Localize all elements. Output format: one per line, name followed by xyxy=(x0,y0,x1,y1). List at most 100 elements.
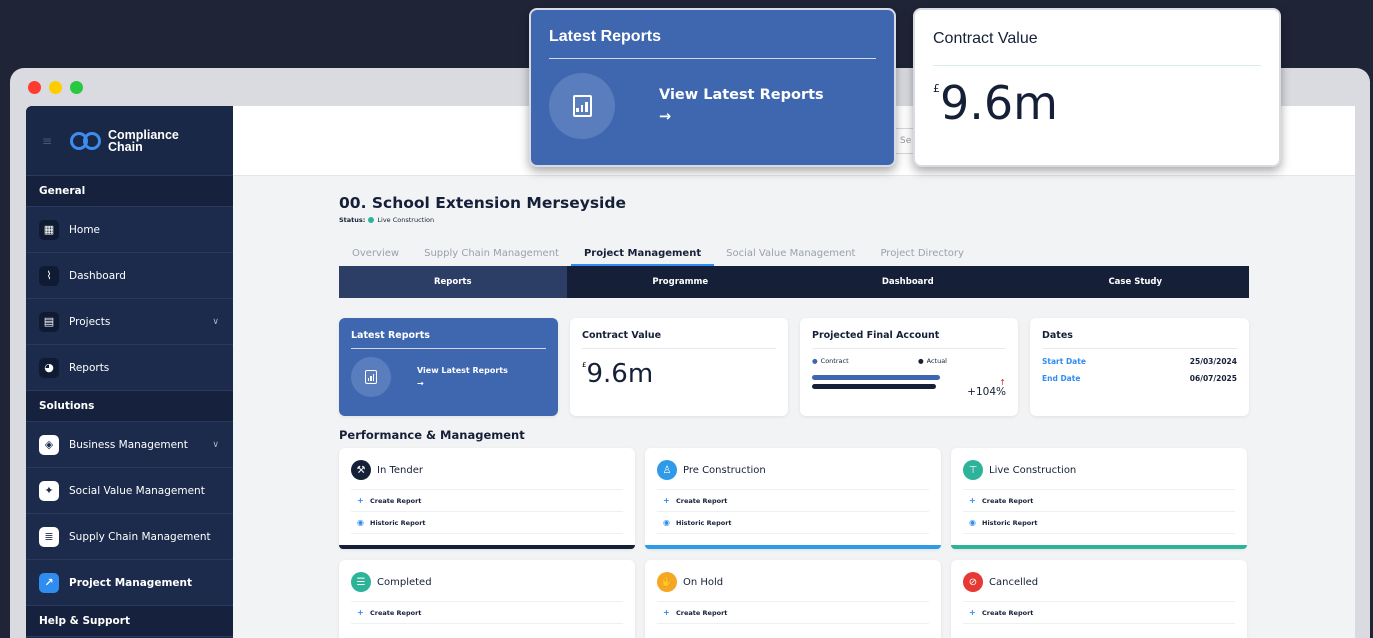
gavel-icon: ⚒ xyxy=(351,460,371,480)
up-arrow-icon: ↑ xyxy=(999,378,1006,387)
percent-change: +104% xyxy=(967,386,1006,398)
sidebar-item-dashboard[interactable]: ⌇ Dashboard xyxy=(26,253,233,299)
sidebar-item-label: Business Management xyxy=(69,438,188,451)
create-report-link[interactable]: + Create Report xyxy=(351,490,623,512)
infinity-logo-icon xyxy=(70,131,102,150)
sidebar-item-label: Social Value Management xyxy=(69,484,205,497)
arrow-icon: ↗ xyxy=(39,572,59,593)
start-date-value: 25/03/2024 xyxy=(1189,357,1237,366)
plus-icon: + xyxy=(969,496,976,505)
accent-bar xyxy=(951,545,1247,549)
plus-icon: + xyxy=(357,496,364,505)
status-card-live-construction: ⊤ Live Construction + Create Report ◉ Histo… xyxy=(951,448,1247,549)
handshake-icon: ✦ xyxy=(39,480,59,501)
create-report-label: Create Report xyxy=(676,496,728,505)
eye-icon: ◉ xyxy=(663,518,670,527)
historic-report-link[interactable]: ◉ Historic Report xyxy=(351,512,623,534)
create-report-link[interactable]: + Create Report xyxy=(963,490,1235,512)
subtab-programme[interactable]: Programme xyxy=(567,266,795,298)
eye-icon: ◉ xyxy=(969,518,976,527)
contract-value: 9.6m xyxy=(940,76,1058,130)
subtab-dashboard[interactable]: Dashboard xyxy=(794,266,1022,298)
sidebar-item-label: Project Management xyxy=(69,576,192,589)
window-controls xyxy=(28,81,83,94)
sidebar-item-project-management[interactable]: ↗ Project Management xyxy=(26,560,233,606)
status-label: Status: xyxy=(339,216,366,224)
contract-value-card: Contract Value £ 9.6m xyxy=(570,318,788,416)
maximize-window-button[interactable] xyxy=(70,81,83,94)
projected-final-account-card: Projected Final Account Contract Actual … xyxy=(800,318,1018,416)
accent-bar xyxy=(645,545,941,549)
historic-report-link[interactable]: ◉ Historic Report xyxy=(657,512,929,534)
latest-reports-card[interactable]: Latest Reports View Latest Reports → xyxy=(339,318,558,416)
tab-social-value[interactable]: Social Value Management xyxy=(726,248,855,266)
create-report-label: Create Report xyxy=(370,496,422,505)
report-icon xyxy=(351,357,391,397)
grid-icon: ▦ xyxy=(39,219,59,240)
section-title: Performance & Management xyxy=(339,428,525,442)
eye-icon: ◉ xyxy=(357,518,364,527)
latest-reports-callout[interactable]: Latest Reports View Latest Reports → xyxy=(529,8,896,167)
tab-overview[interactable]: Overview xyxy=(352,248,399,266)
contract-value: 9.6m xyxy=(586,359,654,389)
minimize-window-button[interactable] xyxy=(49,81,62,94)
dates-card: Dates Start Date 25/03/2024 End Date 06/07… xyxy=(1030,318,1249,416)
tab-project-directory[interactable]: Project Directory xyxy=(880,248,963,266)
sidebar-item-social-value[interactable]: ✦ Social Value Management xyxy=(26,468,233,514)
create-report-link[interactable]: + Create Report xyxy=(657,490,929,512)
status-card-title: Live Construction xyxy=(989,464,1077,476)
status-card-in-tender: ⚒ In Tender + Create Report ◉ Historic Repo… xyxy=(339,448,635,549)
status-dot-icon xyxy=(368,217,375,223)
sidebar-item-reports[interactable]: ◕ Reports xyxy=(26,345,233,391)
create-report-link[interactable]: + Create Report xyxy=(963,602,1235,624)
currency-symbol: £ xyxy=(933,82,940,95)
menu-icon[interactable]: ≡ xyxy=(42,134,60,148)
card-title: Dates xyxy=(1042,330,1237,349)
status-line: Status: Live Construction xyxy=(339,216,1249,224)
callout-title: Latest Reports xyxy=(549,28,876,59)
end-date-label: End Date xyxy=(1042,374,1081,383)
status-badge: Live Construction xyxy=(377,216,435,224)
project-content: 00. School Extension Merseyside Status: … xyxy=(339,194,1249,638)
start-date-label: Start Date xyxy=(1042,357,1086,366)
subtab-reports[interactable]: Reports xyxy=(339,266,567,298)
card-title: Contract Value xyxy=(582,330,776,349)
chevron-down-icon: ∨ xyxy=(212,316,219,327)
create-report-link[interactable]: + Create Report xyxy=(657,602,929,624)
view-latest-reports-link[interactable]: View Latest Reports xyxy=(417,364,508,377)
sidebar-item-supply-chain[interactable]: ≣ Supply Chain Management xyxy=(26,514,233,560)
sidebar-item-business-management[interactable]: ◈ Business Management ∨ xyxy=(26,422,233,468)
sidebar-section-solutions: Solutions xyxy=(26,391,233,422)
crane-icon: ⊤ xyxy=(963,460,983,480)
status-card-cancelled: ⊘ Cancelled + Create Report xyxy=(951,560,1247,638)
status-card-title: Pre Construction xyxy=(683,464,766,476)
tab-project-management[interactable]: Project Management xyxy=(570,248,715,266)
historic-report-label: Historic Report xyxy=(982,518,1038,527)
status-card-pre-construction: ♙ Pre Construction + Create Report ◉ Histor… xyxy=(645,448,941,549)
logo[interactable]: Compliance Chain xyxy=(70,128,179,154)
tab-bar: Overview Supply Chain Management Project… xyxy=(339,248,1249,266)
view-latest-reports-link[interactable]: View Latest Reports xyxy=(659,84,824,106)
hand-icon: ✋ xyxy=(657,572,677,592)
page-title: 00. School Extension Merseyside xyxy=(339,194,626,212)
sidebar-section-help: Help & Support xyxy=(26,606,233,637)
end-date-value: 06/07/2025 xyxy=(1189,374,1237,383)
logo-line2: Chain xyxy=(108,139,143,154)
subtab-case-study[interactable]: Case Study xyxy=(1022,266,1250,298)
performance-grid: ⚒ In Tender + Create Report ◉ Historic Repo… xyxy=(339,448,1249,638)
historic-report-label: Historic Report xyxy=(370,518,426,527)
close-window-button[interactable] xyxy=(28,81,41,94)
create-report-link[interactable]: + Create Report xyxy=(351,602,623,624)
sidebar-item-home[interactable]: ▦ Home xyxy=(26,207,233,253)
tab-supply-chain[interactable]: Supply Chain Management xyxy=(424,248,559,266)
sidebar-item-label: Reports xyxy=(69,361,110,374)
plus-icon: + xyxy=(357,608,364,617)
create-report-label: Create Report xyxy=(982,608,1034,617)
main-area: Se 00. School Extension Merseyside Statu… xyxy=(233,106,1355,638)
historic-report-link[interactable]: ◉ Historic Report xyxy=(963,512,1235,534)
sidebar-item-label: Home xyxy=(69,223,101,236)
cancel-icon: ⊘ xyxy=(963,572,983,592)
sidebar: ≡ Compliance Chain General ▦ Home ⌇ Dashb… xyxy=(26,106,233,638)
sidebar-item-projects[interactable]: ▤ Projects ∨ xyxy=(26,299,233,345)
status-card-title: Cancelled xyxy=(989,576,1039,588)
